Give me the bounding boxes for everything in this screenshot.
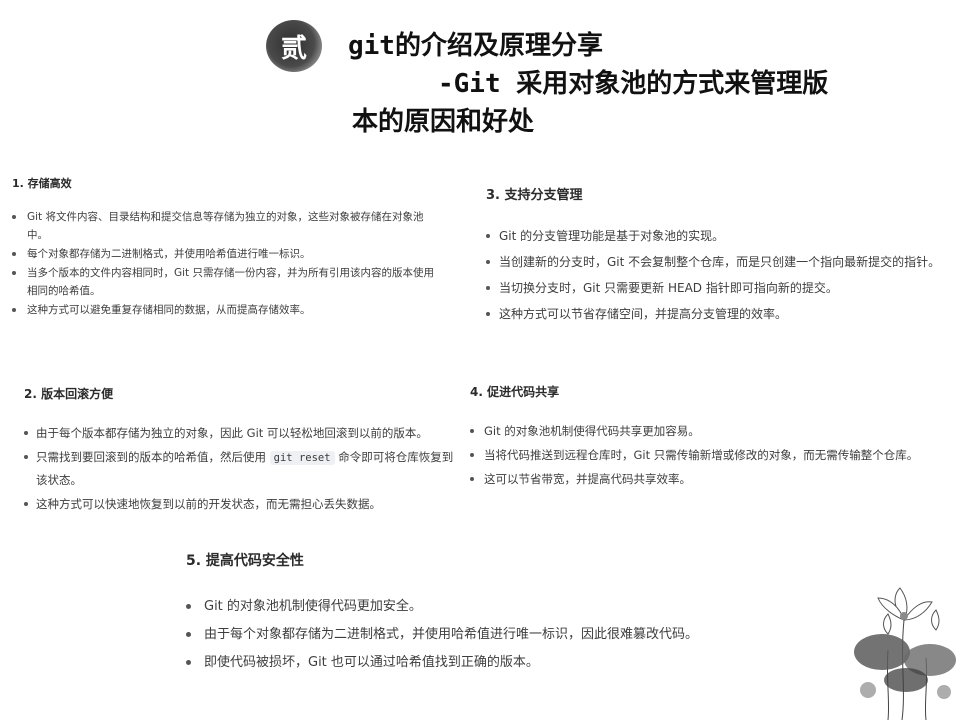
list-item: Git 将文件内容、目录结构和提交信息等存储为独立的对象，这些对象被存储在对象池…: [12, 208, 442, 244]
bullet-list: Git 的对象池机制使得代码共享更加容易。 当将代码推送到远程仓库时，Git 只…: [470, 420, 940, 490]
page-title-line-3: 本的原因和好处: [352, 107, 535, 137]
list-item: 当切换分支时，Git 只需要更新 HEAD 指针即可指向新的提交。: [486, 278, 946, 298]
list-item: 由于每个对象都存储为二进制格式，并使用哈希值进行唯一标识，因此很难篡改代码。: [186, 622, 746, 648]
list-item: 当创建新的分支时，Git 不会复制整个仓库，而是只创建一个指向最新提交的指针。: [486, 252, 946, 272]
section-heading: 1. 存储高效: [12, 177, 72, 190]
list-item: 这种方式可以快速地恢复到以前的开发状态，而无需担心丢失数据。: [24, 493, 454, 515]
section-heading: 4. 促进代码共享: [470, 385, 560, 399]
section-code-sharing: 4. 促进代码共享 Git 的对象池机制使得代码共享更加容易。 当将代码推送到远…: [470, 382, 940, 492]
section-badge: 贰: [266, 20, 322, 72]
section-badge-label: 贰: [280, 33, 307, 64]
list-item: 由于每个版本都存储为独立的对象，因此 Git 可以轻松地回滚到以前的版本。: [24, 422, 454, 444]
section-heading: 2. 版本回滚方便: [24, 387, 114, 401]
list-item: Git 的分支管理功能是基于对象池的实现。: [486, 226, 946, 246]
list-item: 每个对象都存储为二进制格式，并使用哈希值进行唯一标识。: [12, 245, 442, 263]
section-heading: 3. 支持分支管理: [486, 188, 583, 203]
list-item-text: 只需找到要回滚到的版本的哈希值，然后使用: [36, 450, 270, 464]
list-item: 当多个版本的文件内容相同时，Git 只需存储一份内容，并为所有引用该内容的版本使…: [12, 264, 442, 300]
bullet-list: 由于每个版本都存储为独立的对象，因此 Git 可以轻松地回滚到以前的版本。 只需…: [24, 422, 454, 515]
inline-code: git reset: [269, 451, 335, 465]
section-storage-efficiency: 1. 存储高效 Git 将文件内容、目录结构和提交信息等存储为独立的对象，这些对…: [12, 176, 442, 320]
bullet-list: Git 的对象池机制使得代码更加安全。 由于每个对象都存储为二进制格式，并使用哈…: [186, 594, 746, 676]
section-code-security: 5. 提高代码安全性 Git 的对象池机制使得代码更加安全。 由于每个对象都存储…: [186, 550, 746, 678]
list-item: Git 的对象池机制使得代码更加安全。: [186, 594, 746, 620]
list-item: 只需找到要回滚到的版本的哈希值，然后使用 git reset 命令即可将仓库恢复…: [24, 446, 454, 491]
bullet-list: Git 的分支管理功能是基于对象池的实现。 当创建新的分支时，Git 不会复制整…: [486, 226, 946, 324]
list-item: Git 的对象池机制使得代码共享更加容易。: [470, 420, 940, 442]
section-heading: 5. 提高代码安全性: [186, 553, 304, 569]
page-title-line-1: git的介绍及原理分享: [348, 31, 603, 61]
list-item: 这种方式可以节省存储空间，并提高分支管理的效率。: [486, 304, 946, 324]
section-branch-management: 3. 支持分支管理 Git 的分支管理功能是基于对象池的实现。 当创建新的分支时…: [486, 186, 946, 330]
list-item: 这种方式可以避免重复存储相同的数据，从而提高存储效率。: [12, 301, 442, 319]
lotus-icon: [854, 587, 956, 720]
list-item: 这可以节省带宽，并提高代码共享效率。: [470, 468, 940, 490]
page-title-line-2: -Git 采用对象池的方式来管理版: [438, 69, 829, 99]
list-item: 当将代码推送到远程仓库时，Git 只需传输新增或修改的对象，而无需传输整个仓库。: [470, 444, 940, 466]
bullet-list: Git 将文件内容、目录结构和提交信息等存储为独立的对象，这些对象被存储在对象池…: [12, 208, 442, 319]
list-item: 即使代码被损坏，Git 也可以通过哈希值找到正确的版本。: [186, 650, 746, 676]
section-version-rollback: 2. 版本回滚方便 由于每个版本都存储为独立的对象，因此 Git 可以轻松地回滚…: [24, 384, 454, 517]
